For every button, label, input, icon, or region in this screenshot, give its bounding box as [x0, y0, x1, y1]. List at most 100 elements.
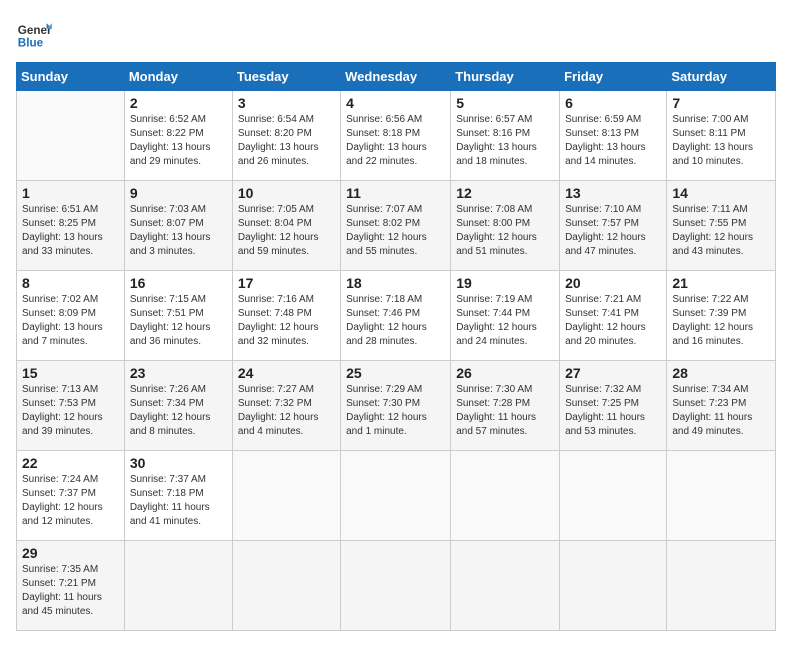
day-number: 8	[22, 275, 119, 291]
day-number: 19	[456, 275, 554, 291]
calendar-cell-day-30: 30 Sunrise: 7:37 AMSunset: 7:18 PMDayligh…	[124, 451, 232, 541]
day-number: 6	[565, 95, 661, 111]
empty-cell	[341, 451, 451, 541]
day-info: Sunrise: 6:59 AMSunset: 8:13 PMDaylight:…	[565, 113, 661, 169]
day-info: Sunrise: 7:26 AMSunset: 7:34 PMDaylight:…	[130, 383, 227, 439]
day-info: Sunrise: 7:21 AMSunset: 7:41 PMDaylight:…	[565, 293, 661, 349]
day-number: 15	[22, 365, 119, 381]
empty-cell	[451, 451, 560, 541]
svg-text:Blue: Blue	[18, 37, 44, 50]
empty-cell	[560, 541, 667, 631]
day-info: Sunrise: 7:10 AMSunset: 7:57 PMDaylight:…	[565, 203, 661, 259]
day-number: 23	[130, 365, 227, 381]
calendar-cell-day-29: 29 Sunrise: 7:35 AMSunset: 7:21 PMDayligh…	[17, 541, 125, 631]
day-number: 10	[238, 185, 335, 201]
day-info: Sunrise: 7:15 AMSunset: 7:51 PMDaylight:…	[130, 293, 227, 349]
empty-cell	[124, 541, 232, 631]
day-number: 29	[22, 545, 119, 561]
calendar-cell-day-8: 8 Sunrise: 7:02 AMSunset: 8:09 PMDaylight…	[17, 271, 125, 361]
day-info: Sunrise: 7:34 AMSunset: 7:23 PMDaylight:…	[672, 383, 770, 439]
empty-cell	[341, 541, 451, 631]
calendar-cell-day-23: 23 Sunrise: 7:26 AMSunset: 7:34 PMDayligh…	[124, 361, 232, 451]
calendar-cell-day-25: 25 Sunrise: 7:29 AMSunset: 7:30 PMDayligh…	[341, 361, 451, 451]
logo: General Blue	[16, 16, 52, 52]
calendar-cell-day-2: 2 Sunrise: 6:52 AMSunset: 8:22 PMDaylight…	[124, 91, 232, 181]
day-number: 5	[456, 95, 554, 111]
day-number: 1	[22, 185, 119, 201]
empty-cell	[17, 91, 125, 181]
day-number: 30	[130, 455, 227, 471]
day-number: 3	[238, 95, 335, 111]
calendar-cell-day-14: 14 Sunrise: 7:11 AMSunset: 7:55 PMDayligh…	[667, 181, 776, 271]
calendar-cell-day-16: 16 Sunrise: 7:15 AMSunset: 7:51 PMDayligh…	[124, 271, 232, 361]
day-number: 20	[565, 275, 661, 291]
col-header-thursday: Thursday	[451, 63, 560, 91]
day-info: Sunrise: 7:24 AMSunset: 7:37 PMDaylight:…	[22, 473, 119, 529]
day-info: Sunrise: 7:11 AMSunset: 7:55 PMDaylight:…	[672, 203, 770, 259]
day-number: 16	[130, 275, 227, 291]
day-info: Sunrise: 7:18 AMSunset: 7:46 PMDaylight:…	[346, 293, 445, 349]
day-number: 17	[238, 275, 335, 291]
day-info: Sunrise: 6:51 AMSunset: 8:25 PMDaylight:…	[22, 203, 119, 259]
day-info: Sunrise: 7:16 AMSunset: 7:48 PMDaylight:…	[238, 293, 335, 349]
calendar-cell-day-18: 18 Sunrise: 7:18 AMSunset: 7:46 PMDayligh…	[341, 271, 451, 361]
day-info: Sunrise: 7:30 AMSunset: 7:28 PMDaylight:…	[456, 383, 554, 439]
day-number: 2	[130, 95, 227, 111]
empty-cell	[560, 451, 667, 541]
day-info: Sunrise: 6:56 AMSunset: 8:18 PMDaylight:…	[346, 113, 445, 169]
col-header-sunday: Sunday	[17, 63, 125, 91]
calendar-cell-day-24: 24Sunrise: 7:27 AMSunset: 7:32 PMDayligh…	[232, 361, 340, 451]
calendar-cell-day-28: 28 Sunrise: 7:34 AMSunset: 7:23 PMDayligh…	[667, 361, 776, 451]
day-number: 18	[346, 275, 445, 291]
day-number: 21	[672, 275, 770, 291]
calendar-cell-day-12: 12Sunrise: 7:08 AMSunset: 8:00 PMDayligh…	[451, 181, 560, 271]
calendar-cell-day-17: 17 Sunrise: 7:16 AMSunset: 7:48 PMDayligh…	[232, 271, 340, 361]
day-info: Sunrise: 7:37 AMSunset: 7:18 PMDaylight:…	[130, 473, 227, 529]
calendar-cell-day-3: 3Sunrise: 6:54 AMSunset: 8:20 PMDaylight…	[232, 91, 340, 181]
calendar-cell-day-11: 11 Sunrise: 7:07 AMSunset: 8:02 PMDayligh…	[341, 181, 451, 271]
day-number: 28	[672, 365, 770, 381]
day-number: 25	[346, 365, 445, 381]
col-header-saturday: Saturday	[667, 63, 776, 91]
day-number: 12	[456, 185, 554, 201]
day-number: 27	[565, 365, 661, 381]
calendar-cell-day-4: 4 Sunrise: 6:56 AMSunset: 8:18 PMDaylight…	[341, 91, 451, 181]
calendar-cell-day-20: 20 Sunrise: 7:21 AMSunset: 7:41 PMDayligh…	[560, 271, 667, 361]
day-number: 22	[22, 455, 119, 471]
calendar-cell-day-6: 6 Sunrise: 6:59 AMSunset: 8:13 PMDaylight…	[560, 91, 667, 181]
col-header-monday: Monday	[124, 63, 232, 91]
empty-cell	[667, 451, 776, 541]
day-number: 11	[346, 185, 445, 201]
day-info: Sunrise: 7:32 AMSunset: 7:25 PMDaylight:…	[565, 383, 661, 439]
day-info: Sunrise: 7:07 AMSunset: 8:02 PMDaylight:…	[346, 203, 445, 259]
calendar-cell-day-13: 13 Sunrise: 7:10 AMSunset: 7:57 PMDayligh…	[560, 181, 667, 271]
day-info: Sunrise: 7:29 AMSunset: 7:30 PMDaylight:…	[346, 383, 445, 439]
day-info: Sunrise: 7:02 AMSunset: 8:09 PMDaylight:…	[22, 293, 119, 349]
day-number: 7	[672, 95, 770, 111]
day-info: Sunrise: 7:27 AMSunset: 7:32 PMDaylight:…	[238, 383, 335, 439]
day-info: Sunrise: 7:22 AMSunset: 7:39 PMDaylight:…	[672, 293, 770, 349]
empty-cell	[451, 541, 560, 631]
logo-icon: General Blue	[16, 16, 52, 52]
calendar-cell-day-10: 10Sunrise: 7:05 AMSunset: 8:04 PMDayligh…	[232, 181, 340, 271]
day-info: Sunrise: 7:13 AMSunset: 7:53 PMDaylight:…	[22, 383, 119, 439]
calendar-cell-day-5: 5 Sunrise: 6:57 AMSunset: 8:16 PMDaylight…	[451, 91, 560, 181]
calendar-cell-day-9: 9Sunrise: 7:03 AMSunset: 8:07 PMDaylight…	[124, 181, 232, 271]
calendar-cell-day-21: 21 Sunrise: 7:22 AMSunset: 7:39 PMDayligh…	[667, 271, 776, 361]
empty-cell	[232, 541, 340, 631]
day-info: Sunrise: 7:00 AMSunset: 8:11 PMDaylight:…	[672, 113, 770, 169]
day-info: Sunrise: 6:52 AMSunset: 8:22 PMDaylight:…	[130, 113, 227, 169]
day-info: Sunrise: 6:57 AMSunset: 8:16 PMDaylight:…	[456, 113, 554, 169]
calendar-cell-day-26: 26 Sunrise: 7:30 AMSunset: 7:28 PMDayligh…	[451, 361, 560, 451]
empty-cell	[667, 541, 776, 631]
day-number: 14	[672, 185, 770, 201]
empty-cell	[232, 451, 340, 541]
calendar-cell-day-27: 27 Sunrise: 7:32 AMSunset: 7:25 PMDayligh…	[560, 361, 667, 451]
day-info: Sunrise: 7:35 AMSunset: 7:21 PMDaylight:…	[22, 563, 119, 619]
col-header-tuesday: Tuesday	[232, 63, 340, 91]
day-info: Sunrise: 7:03 AMSunset: 8:07 PMDaylight:…	[130, 203, 227, 259]
col-header-friday: Friday	[560, 63, 667, 91]
day-number: 4	[346, 95, 445, 111]
day-number: 26	[456, 365, 554, 381]
day-number: 13	[565, 185, 661, 201]
